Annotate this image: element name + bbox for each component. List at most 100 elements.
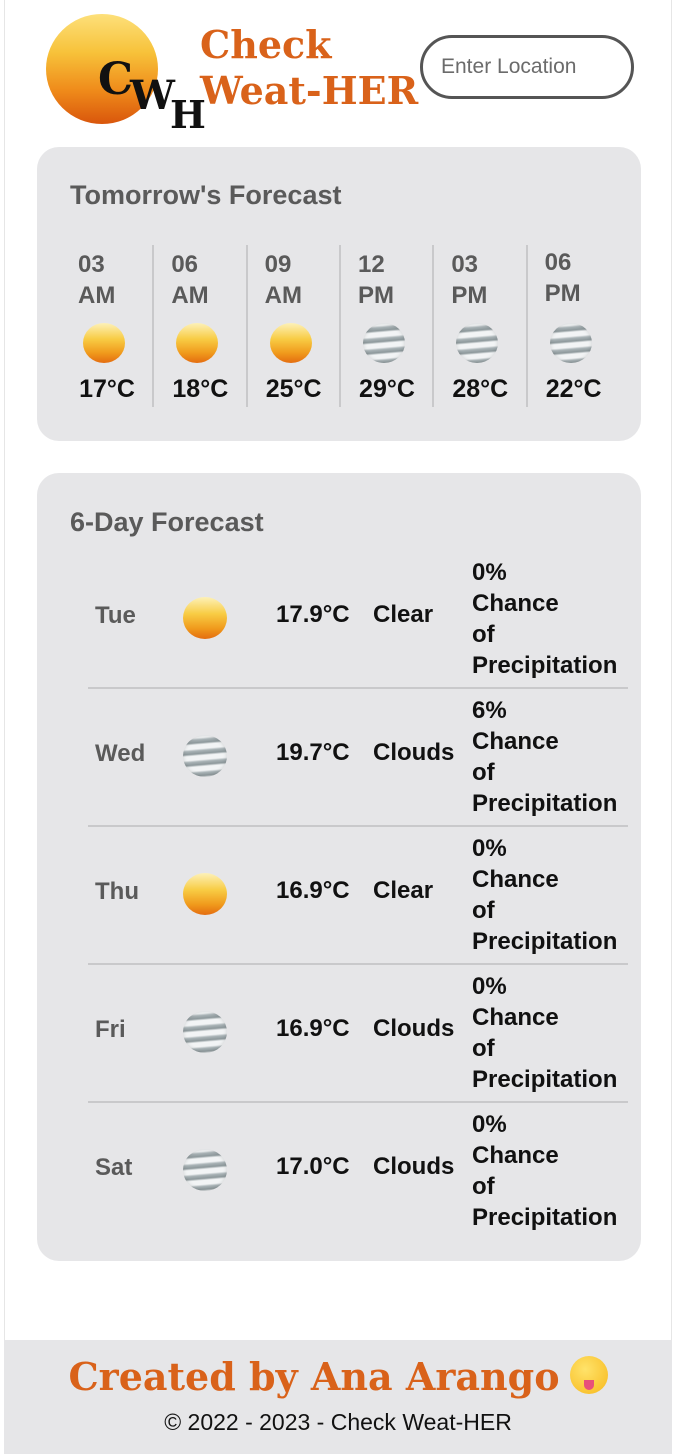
hourly-forecast-item: 03 PM 28°C <box>434 245 528 407</box>
hour-time: 06 AM <box>171 249 241 311</box>
hour-time-value: 03 <box>78 251 105 278</box>
tomorrow-forecast-title: Tomorrow's Forecast <box>70 180 342 210</box>
hour-time-value: 06 <box>171 251 199 278</box>
daily-forecast-row: Tue 17.9°C Clear 0% Chance of Precipitat… <box>88 551 628 689</box>
precip-label-1: Chance <box>472 1142 559 1169</box>
day-temp: 16.9°C <box>276 877 350 904</box>
cloud-icon <box>183 1149 227 1191</box>
day-temp: 17.0°C <box>276 1153 350 1180</box>
day-condition: Clouds <box>373 1015 455 1042</box>
hour-temp: 22°C <box>545 375 602 403</box>
precip-label-2: of <box>472 897 495 924</box>
day-name: Wed <box>95 740 146 767</box>
sun-icon <box>183 873 227 915</box>
day-condition: Clouds <box>373 1153 455 1180</box>
precip-percent: 0% <box>472 1111 507 1138</box>
day-temp: 19.7°C <box>276 739 350 766</box>
hourly-forecast-item: 12 PM 29°C <box>341 245 435 407</box>
day-precipitation: 0% Chance of Precipitation <box>472 833 632 957</box>
hour-time-period: PM <box>357 282 394 309</box>
hour-time: 03 AM <box>78 249 148 311</box>
sun-icon <box>176 323 219 363</box>
brand-title-line2: Weat-HER <box>200 68 419 113</box>
precip-label-2: of <box>472 759 495 786</box>
day-name: Thu <box>95 878 139 905</box>
hourly-forecast-list: 03 AM 17°C 06 AM 18°C 09 AM 25°C 12 PM 29°C … <box>61 245 621 407</box>
six-day-forecast-title: 6-Day Forecast <box>70 507 264 537</box>
hour-temp: 18°C <box>172 375 229 403</box>
sun-icon <box>269 323 312 363</box>
hour-temp: 29°C <box>359 375 415 403</box>
precip-label-3: Precipitation <box>472 928 618 955</box>
six-day-forecast-card: 6-Day Forecast Tue 17.9°C Clear 0% Chanc… <box>37 473 641 1261</box>
precip-label-3: Precipitation <box>472 1204 618 1231</box>
day-precipitation: 0% Chance of Precipitation <box>472 557 632 681</box>
daily-forecast-row: Sat 17.0°C Clouds 0% Chance of Precipita… <box>88 1103 628 1241</box>
precip-percent: 0% <box>472 835 507 862</box>
precip-label-2: of <box>472 1173 495 1200</box>
hour-time-value: 03 <box>451 251 479 278</box>
tomorrow-forecast-card: Tomorrow's Forecast 03 AM 17°C 06 AM 18°C … <box>37 147 641 441</box>
hourly-forecast-item: 03 AM 17°C <box>61 245 155 407</box>
location-search-input[interactable] <box>420 35 634 99</box>
precip-label-1: Chance <box>472 728 559 755</box>
precip-percent: 0% <box>472 559 507 586</box>
hour-time: 06 PM <box>545 247 615 309</box>
day-temp: 16.9°C <box>276 1015 350 1042</box>
precip-label-1: Chance <box>472 590 559 617</box>
cloud-icon <box>549 323 592 363</box>
day-condition: Clouds <box>373 739 455 766</box>
brand-title: Check Weat-HER <box>200 22 418 114</box>
precip-label-1: Chance <box>472 866 559 893</box>
precip-percent: 6% <box>472 697 507 724</box>
precip-percent: 0% <box>472 973 507 1000</box>
hour-time-period: AM <box>264 282 302 309</box>
hour-time: 03 PM <box>451 249 521 311</box>
day-condition: Clear <box>373 601 434 628</box>
hourly-forecast-item: 06 AM 18°C <box>154 245 248 407</box>
hour-time-period: PM <box>544 280 581 307</box>
footer-copyright: © 2022 - 2023 - Check Weat-HER <box>164 1409 512 1435</box>
precip-label-2: of <box>472 621 495 648</box>
logo-letter-w: W <box>130 72 175 119</box>
hour-time-value: 09 <box>264 251 292 278</box>
hourly-forecast-item: 09 AM 25°C <box>248 245 341 407</box>
precip-label-3: Precipitation <box>472 790 618 817</box>
logo[interactable]: C W H <box>46 14 206 137</box>
day-precipitation: 0% Chance of Precipitation <box>472 971 632 1095</box>
sun-icon <box>83 323 125 363</box>
hour-time: 12 PM <box>358 249 428 311</box>
hour-time-period: AM <box>171 282 209 309</box>
daily-forecast-row: Fri 16.9°C Clouds 0% Chance of Precipita… <box>88 965 628 1103</box>
hour-time-value: 06 <box>544 249 572 276</box>
cloud-icon <box>183 1011 227 1053</box>
daily-forecast-list: Tue 17.9°C Clear 0% Chance of Precipitat… <box>88 551 628 1241</box>
brand-title-line1: Check <box>200 22 332 67</box>
hourly-forecast-item: 06 PM 22°C <box>528 245 621 407</box>
hour-time-period: PM <box>451 282 488 309</box>
day-precipitation: 0% Chance of Precipitation <box>472 1109 632 1233</box>
daily-forecast-row: Thu 16.9°C Clear 0% Chance of Precipitat… <box>88 827 628 965</box>
sun-icon <box>183 597 227 639</box>
precip-label-2: of <box>472 1035 495 1062</box>
zany-face-icon <box>569 1356 608 1394</box>
footer-credit: Created by Ana Arango <box>4 1354 672 1399</box>
daily-forecast-row: Wed 19.7°C Clouds 6% Chance of Precipita… <box>88 689 628 827</box>
precip-label-3: Precipitation <box>472 1066 618 1093</box>
precip-label-3: Precipitation <box>472 652 618 679</box>
footer-credit-text: Created by Ana Arango <box>68 1354 560 1399</box>
day-temp: 17.9°C <box>276 601 350 628</box>
cloud-icon <box>456 323 499 363</box>
hour-temp: 25°C <box>265 375 322 403</box>
precip-label-1: Chance <box>472 1004 559 1031</box>
hour-time: 09 AM <box>265 249 335 311</box>
cloud-icon <box>362 323 405 363</box>
day-precipitation: 6% Chance of Precipitation <box>472 695 632 819</box>
hour-temp: 17°C <box>79 375 135 403</box>
footer: Created by Ana Arango © 2022 - 2023 - Ch… <box>4 1340 672 1454</box>
logo-letter-c: C <box>98 54 134 105</box>
hour-time-value: 12 <box>357 251 385 278</box>
cloud-icon <box>183 735 227 777</box>
hour-time-period: AM <box>78 282 116 309</box>
hour-temp: 28°C <box>452 375 509 403</box>
